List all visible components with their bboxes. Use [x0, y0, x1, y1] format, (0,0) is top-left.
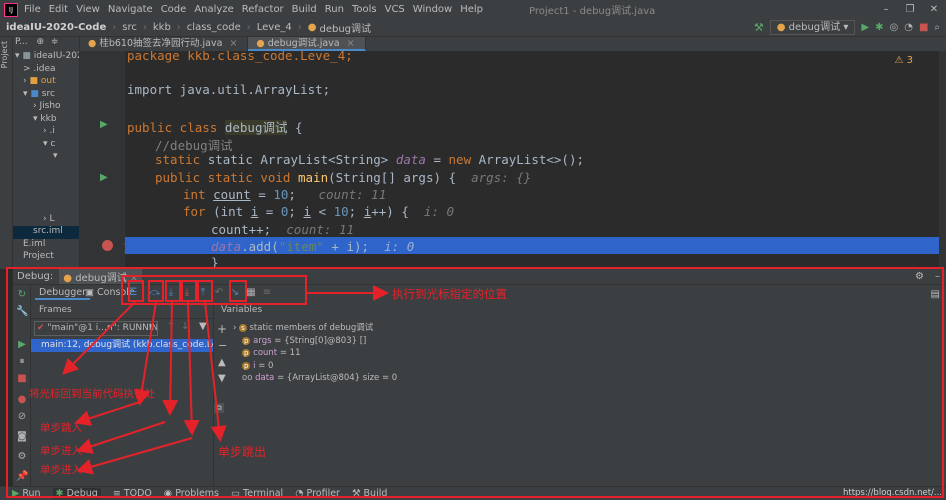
- annotation-step-out: 单步跳出: [218, 445, 267, 459]
- annotation-force-step-into: 单步进入: [40, 464, 82, 476]
- arrow-step-into: [76, 421, 166, 454]
- arrow-force-step-into-down: [183, 301, 200, 436]
- arrow-step-into-down: [162, 301, 179, 416]
- arrow-step-out: [204, 301, 227, 442]
- arrow-force-step-into: [76, 437, 193, 475]
- annotation-step-into: 单步进入: [40, 445, 82, 457]
- arrow-show-exec-point: [62, 301, 136, 375]
- annotation-show-exec-point: 将光标回到当前代码执行处: [29, 388, 155, 400]
- annotation-step-over: 单步跳入: [40, 422, 82, 434]
- annotation-arrows: [62, 285, 389, 475]
- arrow-step-over: [74, 401, 141, 426]
- annotation-run-to-cursor: 执行到光标指定的位置: [392, 287, 507, 301]
